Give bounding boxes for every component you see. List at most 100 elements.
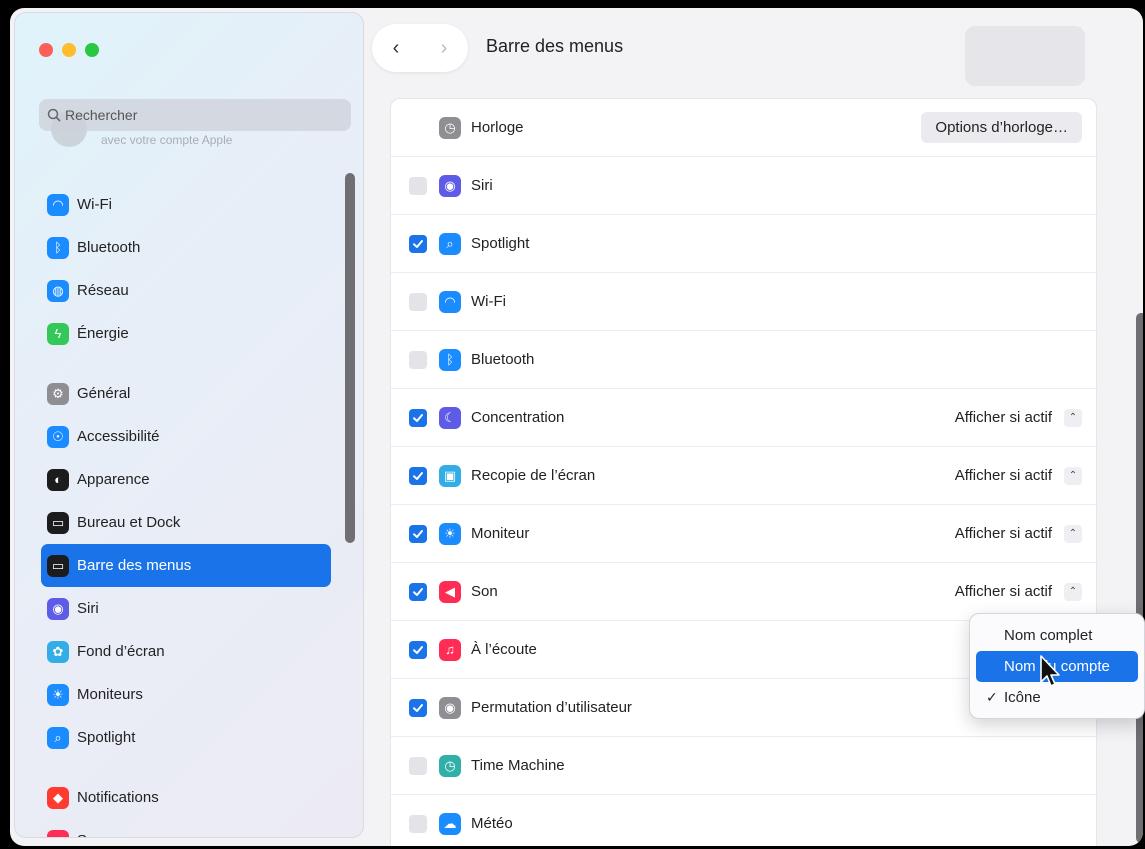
- chevron-updown-icon: ⌃: [1064, 466, 1082, 485]
- visibility-select[interactable]: Afficher si actif ⌃: [954, 524, 1082, 543]
- settings-window: avec votre compte Apple Rechercher ◠ Wi-F…: [10, 8, 1143, 846]
- main-scrollbar[interactable]: [1136, 313, 1143, 843]
- row-label: Concentration: [471, 409, 565, 426]
- checkbox[interactable]: [409, 582, 427, 601]
- sidebar-item-label: Siri: [77, 600, 99, 617]
- search-placeholder: Rechercher: [65, 107, 138, 123]
- sidebar-item-label: Notifications: [77, 789, 159, 806]
- select-value: Afficher si actif: [954, 409, 1052, 426]
- sidebar-item[interactable]: ▭ Barre des menus: [41, 544, 331, 587]
- search-input[interactable]: Rechercher: [39, 99, 351, 131]
- sidebar-item-label: Moniteurs: [77, 686, 143, 703]
- sidebar-item[interactable]: ◠ Wi-Fi: [41, 183, 331, 226]
- sidebar: avec votre compte Apple Rechercher ◠ Wi-F…: [14, 12, 364, 838]
- row-label: Wi-Fi: [471, 293, 506, 310]
- siri-icon: ◉: [47, 597, 69, 620]
- row-label: Siri: [471, 177, 493, 194]
- globe-icon: ◍: [47, 279, 69, 302]
- row-label: Météo: [471, 815, 513, 832]
- sidebar-item-label: Fond d’écran: [77, 643, 165, 660]
- sidebar-item[interactable]: ◉ Siri: [41, 587, 331, 630]
- checkbox[interactable]: [409, 176, 427, 195]
- clock-row: ◷ Horloge Options d’horloge…: [391, 99, 1098, 157]
- popup-option[interactable]: Nom complet: [970, 620, 1144, 651]
- battery-icon: ϟ: [47, 322, 69, 345]
- clock-options-button[interactable]: Options d’horloge…: [921, 112, 1082, 143]
- search-icon: [47, 108, 61, 122]
- sidebar-item[interactable]: ⚙ Général: [41, 372, 331, 415]
- forward-icon[interactable]: ›: [441, 37, 448, 60]
- checkbox[interactable]: [409, 292, 427, 311]
- sidebar-item[interactable]: ◍ Réseau: [41, 269, 331, 312]
- sidebar-item[interactable]: ◀ Son: [41, 819, 331, 837]
- select-value: Afficher si actif: [954, 467, 1052, 484]
- checkbox[interactable]: [409, 698, 427, 717]
- checkbox[interactable]: [409, 756, 427, 775]
- account-ghost-text: avec votre compte Apple: [101, 133, 233, 147]
- sidebar-item[interactable]: ◆ Notifications: [41, 776, 331, 819]
- minimize-button[interactable]: [62, 43, 76, 57]
- spotlight-icon: ⌕: [439, 232, 461, 255]
- checkbox[interactable]: [409, 350, 427, 369]
- checkbox[interactable]: [409, 524, 427, 543]
- select-value: Afficher si actif: [954, 583, 1052, 600]
- menu-item-row: ▣ Recopie de l’écran Afficher si actif ⌃: [391, 447, 1098, 505]
- zoom-button[interactable]: [85, 43, 99, 57]
- appearance-icon: ◐: [47, 468, 69, 491]
- sidebar-item[interactable]: ✿ Fond d’écran: [41, 630, 331, 673]
- display-icon: ☀: [47, 683, 69, 706]
- sidebar-item-label: Apparence: [77, 471, 150, 488]
- visibility-select[interactable]: Afficher si actif ⌃: [954, 466, 1082, 485]
- menu-item-row: ᛒ Bluetooth: [391, 331, 1098, 389]
- checkbox[interactable]: [409, 640, 427, 659]
- bluetooth-icon: ᛒ: [439, 348, 461, 371]
- sidebar-item-label: Wi-Fi: [77, 196, 112, 213]
- wallpaper-icon: ✿: [47, 640, 69, 663]
- weather-icon: ☁: [439, 812, 461, 835]
- chevron-updown-icon: ⌃: [1064, 524, 1082, 543]
- time-machine-icon: ◷: [439, 754, 461, 777]
- checkbox[interactable]: [409, 234, 427, 253]
- popup-option-label: Nom complet: [1004, 627, 1093, 644]
- select-value: Afficher si actif: [954, 525, 1052, 542]
- row-label: À l’écoute: [471, 641, 537, 658]
- sidebar-item[interactable]: ☉ Accessibilité: [41, 415, 331, 458]
- toolbar-ghost: [965, 26, 1085, 86]
- row-label: Time Machine: [471, 757, 565, 774]
- mouse-cursor-icon: [1040, 655, 1060, 687]
- sidebar-item-label: Général: [77, 385, 131, 402]
- sound-icon: ◀: [47, 829, 69, 837]
- user-icon: ◉: [439, 696, 461, 719]
- sound-icon: ◀: [439, 580, 461, 603]
- sidebar-list: ◠ Wi-Fi ᛒ Bluetooth ◍ Réseau ϟ Énergie ⚙ Général ☉…: [41, 183, 331, 837]
- siri-icon: ◉: [439, 174, 461, 197]
- spotlight-icon: ⌕: [47, 726, 69, 749]
- row-label: Recopie de l’écran: [471, 467, 596, 484]
- sidebar-item[interactable]: ᛒ Bluetooth: [41, 226, 331, 269]
- sidebar-scrollbar[interactable]: [345, 173, 355, 543]
- checkbox[interactable]: [409, 466, 427, 485]
- visibility-select[interactable]: Afficher si actif ⌃: [954, 408, 1082, 427]
- sidebar-item-label: Bluetooth: [77, 239, 141, 256]
- sidebar-item[interactable]: ◐ Apparence: [41, 458, 331, 501]
- sidebar-item[interactable]: ▭ Bureau et Dock: [41, 501, 331, 544]
- menu-item-row: ⌕ Spotlight: [391, 215, 1098, 273]
- sidebar-item[interactable]: ϟ Énergie: [41, 312, 331, 355]
- dock-icon: ▭: [47, 511, 69, 534]
- visibility-select[interactable]: Afficher si actif ⌃: [954, 582, 1082, 601]
- menu-item-row: ☀ Moniteur Afficher si actif ⌃: [391, 505, 1098, 563]
- chevron-updown-icon: ⌃: [1064, 408, 1082, 427]
- navigation-buttons: ‹ ›: [372, 24, 468, 72]
- notifications-icon: ◆: [47, 786, 69, 809]
- sidebar-item[interactable]: ⌕ Spotlight: [41, 716, 331, 759]
- menu-item-row: ☾ Concentration Afficher si actif ⌃: [391, 389, 1098, 447]
- chevron-updown-icon: ⌃: [1064, 582, 1082, 601]
- back-icon[interactable]: ‹: [393, 37, 400, 60]
- close-button[interactable]: [39, 43, 53, 57]
- sidebar-item[interactable]: ☀ Moniteurs: [41, 673, 331, 716]
- gear-icon: ⚙: [47, 382, 69, 405]
- sidebar-item-label: Accessibilité: [77, 428, 160, 445]
- clock-label: Horloge: [471, 119, 524, 136]
- checkbox[interactable]: [409, 814, 427, 833]
- checkbox[interactable]: [409, 408, 427, 427]
